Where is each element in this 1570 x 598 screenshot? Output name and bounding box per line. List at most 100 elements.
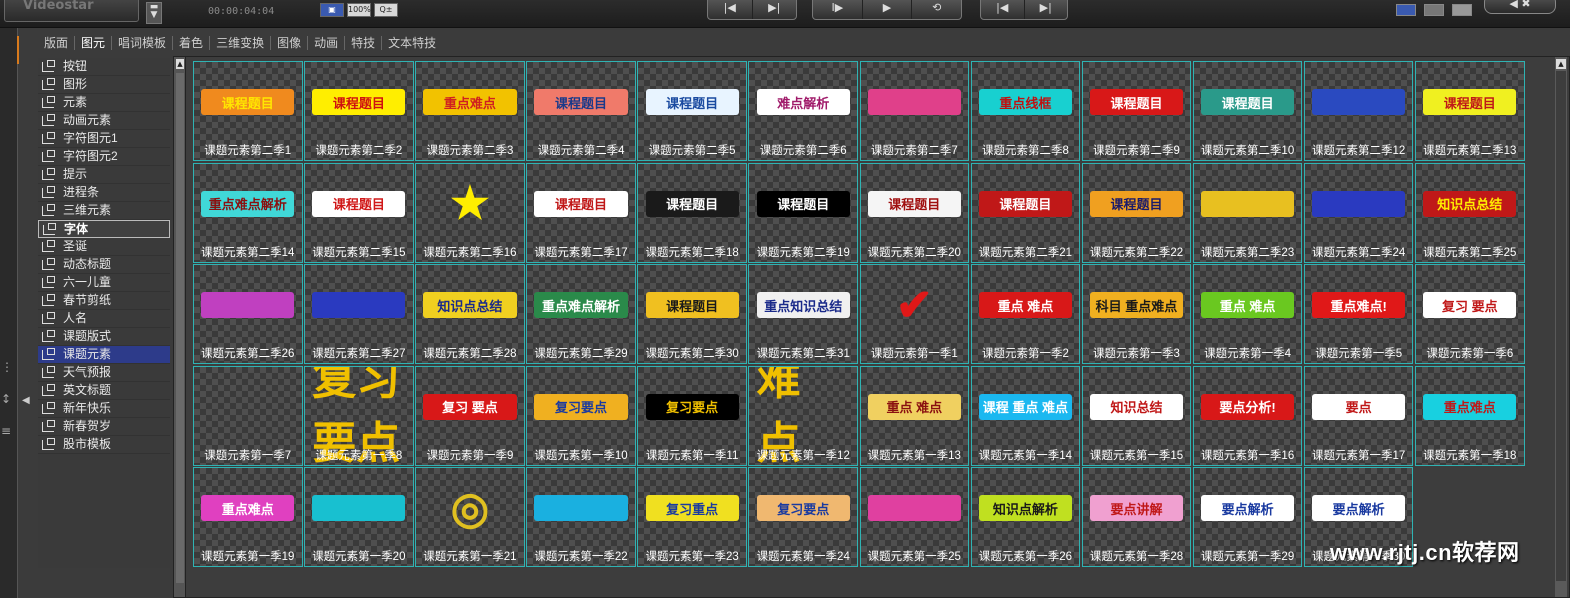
thumbnail-item[interactable]: ★ 课题元素第二季16 — [415, 162, 525, 263]
thumbnail-item[interactable]: 重点难点 课题元素第二季3 — [415, 61, 525, 161]
tree-item-12[interactable]: 六一儿童 — [38, 274, 170, 292]
tab-3[interactable]: 着色 — [173, 36, 211, 50]
thumbnail-item[interactable]: 知识总结 课题元素第一季15 — [1081, 365, 1192, 466]
fit-view-button[interactable]: ▣ — [320, 3, 344, 17]
tree-item-11[interactable]: 动态标题 — [38, 256, 170, 274]
tree-item-3[interactable]: 动画元素 — [38, 112, 170, 130]
thumbnail-item[interactable]: 课程题目 课题元素第二季10 — [1192, 61, 1303, 161]
thumbnail-item[interactable]: 重点难点解析 课题元素第二季29 — [526, 264, 636, 365]
thumbnail-item[interactable]: 课题元素第二季23 — [1192, 162, 1303, 263]
tree-item-20[interactable]: 新春贺岁 — [38, 418, 170, 436]
go-start-button[interactable]: |◀ — [981, 0, 1025, 19]
thumbnail-item[interactable]: 要点分析! 课题元素第一季16 — [1192, 365, 1303, 466]
play-button[interactable]: ▶ — [863, 0, 913, 19]
thumbnail-item[interactable]: 课程题目 课题元素第二季19 — [748, 162, 858, 263]
dock-icon-3[interactable]: ≡ — [1, 424, 11, 438]
tab-6[interactable]: 动画 — [308, 36, 346, 50]
zoom-100-button[interactable]: 100% — [347, 3, 371, 17]
tree-item-8[interactable]: 三维元素 — [38, 202, 170, 220]
thumbnail-item[interactable]: 课程题目 课题元素第二季20 — [859, 162, 970, 263]
tree-item-15[interactable]: 课题版式 — [38, 328, 170, 346]
next-frame-button[interactable]: ▶| — [753, 0, 797, 19]
thumbnail-item[interactable]: 复习要点 课题元素第一季11 — [637, 365, 747, 466]
thumbnail-item[interactable]: 复习 要点 课题元素第一季6 — [1415, 264, 1525, 365]
thumbnail-item[interactable]: 课程题目 课题元素第二季5 — [637, 61, 747, 161]
tree-item-10[interactable]: 圣诞 — [38, 238, 170, 256]
scroll-up-icon[interactable]: ▲ — [1556, 59, 1566, 69]
loop-button[interactable]: ⟲ — [912, 0, 961, 19]
thumbnail-item[interactable]: 课程题目 课题元素第二季18 — [637, 162, 747, 263]
thumbnail-item[interactable]: 重点线框 课题元素第二季8 — [970, 61, 1081, 161]
scroll-track[interactable] — [1556, 71, 1566, 581]
thumbnail-item[interactable]: 课程题目 课题元素第二季1 — [193, 61, 303, 161]
thumbnail-item[interactable]: 复习 要点 课题元素第一季9 — [415, 365, 525, 466]
thumbnail-item[interactable]: 要点 课题元素第一季17 — [1303, 365, 1414, 466]
thumbnail-item[interactable]: 课题元素第二季27 — [304, 264, 414, 365]
tree-item-1[interactable]: 图形 — [38, 76, 170, 94]
scroll-track[interactable] — [176, 73, 184, 583]
tree-item-19[interactable]: 新年快乐 — [38, 400, 170, 418]
tree-item-13[interactable]: 春节剪纸 — [38, 292, 170, 310]
thumbnail-item[interactable]: 难点解析 课题元素第二季6 — [748, 61, 858, 161]
scroll-up-icon[interactable]: ▲ — [176, 59, 184, 69]
thumbnail-item[interactable]: 课程题目 课题元素第二季4 — [526, 61, 636, 161]
thumbnail-item[interactable]: 重点 难点 课题元素第一季4 — [1192, 264, 1303, 365]
thumbnail-item[interactable]: 课题元素第一季25 — [859, 467, 970, 568]
dock-icon-1[interactable]: ⋮ — [1, 360, 13, 374]
thumbnail-item[interactable]: 复习要点 课题元素第一季10 — [526, 365, 636, 466]
tree-item-14[interactable]: 人名 — [38, 310, 170, 328]
view-mode-2-button[interactable] — [1424, 4, 1444, 16]
thumbnail-item[interactable]: 重点难点 课题元素第一季18 — [1415, 365, 1525, 466]
tree-scrollbar[interactable]: ▲ — [174, 57, 186, 597]
thumbnail-item[interactable]: 科目 重点难点 课题元素第一季3 — [1081, 264, 1192, 365]
tree-item-7[interactable]: 进程条 — [38, 184, 170, 202]
tree-item-0[interactable]: 按钮 — [38, 58, 170, 76]
thumbnail-item[interactable]: 课程题目 课题元素第二季2 — [304, 61, 414, 161]
thumbnail-item[interactable]: 课程题目 课题元素第二季9 — [1081, 61, 1192, 161]
tree-item-17[interactable]: 天气预报 — [38, 364, 170, 382]
tab-8[interactable]: 文本特技 — [382, 36, 442, 50]
view-mode-1-button[interactable] — [1396, 4, 1416, 16]
thumbnail-item[interactable]: 课程题目 课题元素第二季22 — [1081, 162, 1192, 263]
tree-item-9[interactable]: 字体 — [38, 220, 170, 238]
thumbnail-item[interactable]: 课题元素第一季22 — [526, 467, 636, 568]
thumbnail-item[interactable]: 课程题目 课题元素第二季17 — [526, 162, 636, 263]
thumbnail-item[interactable]: 知识点解析 课题元素第一季26 — [970, 467, 1081, 568]
thumbnail-item[interactable]: 知识点总结 课题元素第二季28 — [415, 264, 525, 365]
thumbnail-item[interactable]: 课程题目 课题元素第二季13 — [1415, 61, 1525, 161]
thumbnail-item[interactable]: 课题元素第一季20 — [304, 467, 414, 568]
tab-0[interactable]: 版面 — [38, 36, 76, 50]
thumbnail-item[interactable]: 课题元素第二季26 — [193, 264, 303, 365]
thumbnail-item[interactable]: 要点讲解 课题元素第一季28 — [1081, 467, 1192, 568]
thumbnail-item[interactable]: 重点难点! 课题元素第一季5 — [1303, 264, 1414, 365]
tab-2[interactable]: 唱词模板 — [112, 36, 174, 50]
thumbnail-item[interactable]: 复习要点 课题元素第一季8 — [304, 365, 414, 466]
thumbnail-item[interactable]: 重点难点 课题元素第一季19 — [193, 467, 303, 568]
tab-1[interactable]: 图元 — [75, 36, 113, 50]
play-from-start-button[interactable]: I▶ — [813, 0, 863, 19]
thumbnail-item[interactable]: 课题元素第二季24 — [1303, 162, 1414, 263]
prev-frame-button[interactable]: |◀ — [708, 0, 753, 19]
thumbnail-item[interactable]: 难 点课题元素第一季12 — [748, 365, 858, 466]
grid-scrollbar[interactable]: ▲ — [1555, 57, 1567, 597]
thumbnail-item[interactable]: 课题元素第一季7 — [193, 365, 303, 466]
thumbnail-item[interactable]: 重点难点解析 课题元素第二季14 — [193, 162, 303, 263]
thumbnail-item[interactable]: 重点 难点 课题元素第一季2 — [970, 264, 1081, 365]
tree-item-5[interactable]: 字符图元2 — [38, 148, 170, 166]
tree-item-16[interactable]: 课题元素 — [38, 346, 170, 364]
tab-4[interactable]: 三维变换 — [210, 36, 272, 50]
thumbnail-item[interactable]: 课题元素第二季12 — [1303, 61, 1414, 161]
dock-icon-2[interactable]: ↕ — [1, 392, 11, 406]
zoom-tool-button[interactable]: Q± — [374, 3, 398, 17]
thumbnail-item[interactable]: 课程题目 课题元素第二季21 — [970, 162, 1081, 263]
thumbnail-item[interactable]: 重点 难点 课题元素第一季13 — [859, 365, 970, 466]
thumbnail-item[interactable]: ◎ 课题元素第一季21 — [415, 467, 525, 568]
go-end-button[interactable]: ▶| — [1025, 0, 1068, 19]
collapse-panel-icon[interactable]: ◀ — [22, 395, 30, 406]
thumbnail-item[interactable]: 课程题目 课题元素第二季30 — [637, 264, 747, 365]
tree-item-4[interactable]: 字符图元1 — [38, 130, 170, 148]
tree-item-6[interactable]: 提示 — [38, 166, 170, 184]
window-control-button[interactable]: ◀ ✖ — [1484, 0, 1556, 14]
tree-item-21[interactable]: 股市模板 — [38, 436, 170, 454]
thumbnail-item[interactable]: 要点解析 课题元素第一季29 — [1192, 467, 1303, 568]
